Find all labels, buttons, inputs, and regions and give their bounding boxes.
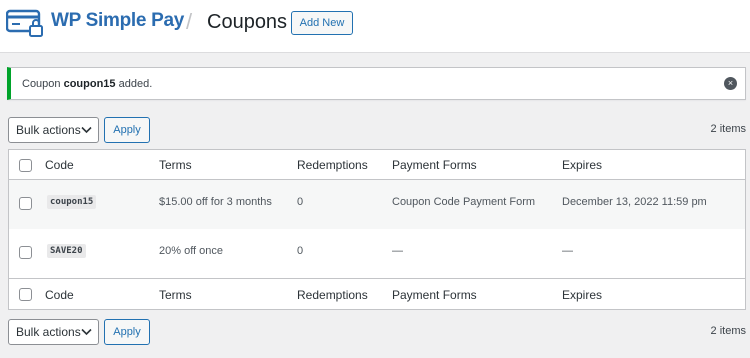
apply-button-bottom[interactable]: Apply	[104, 319, 150, 345]
coupon-code[interactable]: SAVE20	[47, 244, 86, 258]
items-count-bottom: 2 items	[710, 325, 746, 337]
row-checkbox[interactable]	[19, 246, 32, 259]
items-count: 2 items	[710, 123, 746, 135]
coupon-redemptions: 0	[297, 245, 304, 257]
chevron-down-icon	[81, 126, 92, 134]
coupon-code-badge[interactable]: SAVE20	[47, 244, 86, 258]
coupon-terms: $15.00 off for 3 months	[159, 196, 272, 208]
bulk-actions-select[interactable]: Bulk actions	[8, 117, 99, 143]
bulk-actions-label: Bulk actions	[16, 325, 81, 339]
page-header: WP Simple Pay / Coupons Add New	[0, 0, 750, 53]
coupon-expires: December 13, 2022 11:59 pm	[562, 196, 707, 208]
wp-simple-pay-logo-icon	[6, 9, 46, 39]
success-notice: Coupon coupon15 added. ×	[7, 67, 746, 100]
coupon-terms: 20% off once	[159, 245, 224, 257]
chevron-down-icon	[81, 328, 92, 336]
brand-name: WP Simple Pay	[51, 10, 185, 31]
table-footer-row: Code Terms Redemptions Payment Forms Exp…	[9, 278, 745, 309]
column-footer-terms: Terms	[159, 288, 192, 302]
coupon-code[interactable]: coupon15	[47, 195, 97, 209]
add-new-button[interactable]: Add New	[291, 11, 353, 35]
table-row: SAVE20 20% off once 0 — —	[9, 229, 745, 278]
column-footer-code[interactable]: Code	[45, 288, 74, 302]
payment-form-link[interactable]: Coupon Code Payment Form	[392, 196, 535, 208]
coupon-expires: —	[562, 245, 573, 257]
column-header-expires: Expires	[562, 158, 603, 172]
dismiss-icon[interactable]: ×	[724, 77, 737, 90]
column-header-redemptions: Redemptions	[297, 158, 368, 172]
column-footer-redemptions: Redemptions	[297, 288, 368, 302]
column-footer-payment-forms: Payment Forms	[392, 288, 477, 302]
tablenav-top: Bulk actions Apply 2 items	[8, 117, 746, 143]
bulk-actions-label: Bulk actions	[16, 123, 81, 137]
coupon-redemptions: 0	[297, 196, 304, 208]
table-row: coupon15 $15.00 off for 3 months 0 Coupo…	[9, 180, 745, 229]
apply-button[interactable]: Apply	[104, 117, 150, 143]
select-all-checkbox[interactable]	[19, 159, 32, 172]
notice-suffix: added.	[115, 78, 153, 90]
page-title: Coupons	[207, 11, 288, 33]
notice-message: Coupon coupon15 added.	[22, 78, 152, 90]
notice-prefix: Coupon	[22, 78, 64, 90]
coupon-code-badge[interactable]: coupon15	[47, 195, 97, 209]
column-footer-expires: Expires	[562, 288, 603, 302]
tablenav-bottom: Bulk actions Apply 2 items	[8, 319, 746, 345]
notice-coupon-name: coupon15	[63, 78, 116, 90]
column-header-payment-forms: Payment Forms	[392, 158, 477, 172]
column-header-terms: Terms	[159, 158, 192, 172]
title-separator: /	[186, 9, 193, 34]
coupons-table: Code Terms Redemptions Payment Forms Exp…	[8, 149, 746, 310]
select-all-checkbox-footer[interactable]	[19, 288, 32, 301]
row-checkbox[interactable]	[19, 197, 32, 210]
table-header-row: Code Terms Redemptions Payment Forms Exp…	[9, 150, 745, 180]
payment-forms-empty: —	[392, 245, 403, 257]
column-header-code[interactable]: Code	[45, 158, 74, 172]
bulk-actions-select-bottom[interactable]: Bulk actions	[8, 319, 99, 345]
